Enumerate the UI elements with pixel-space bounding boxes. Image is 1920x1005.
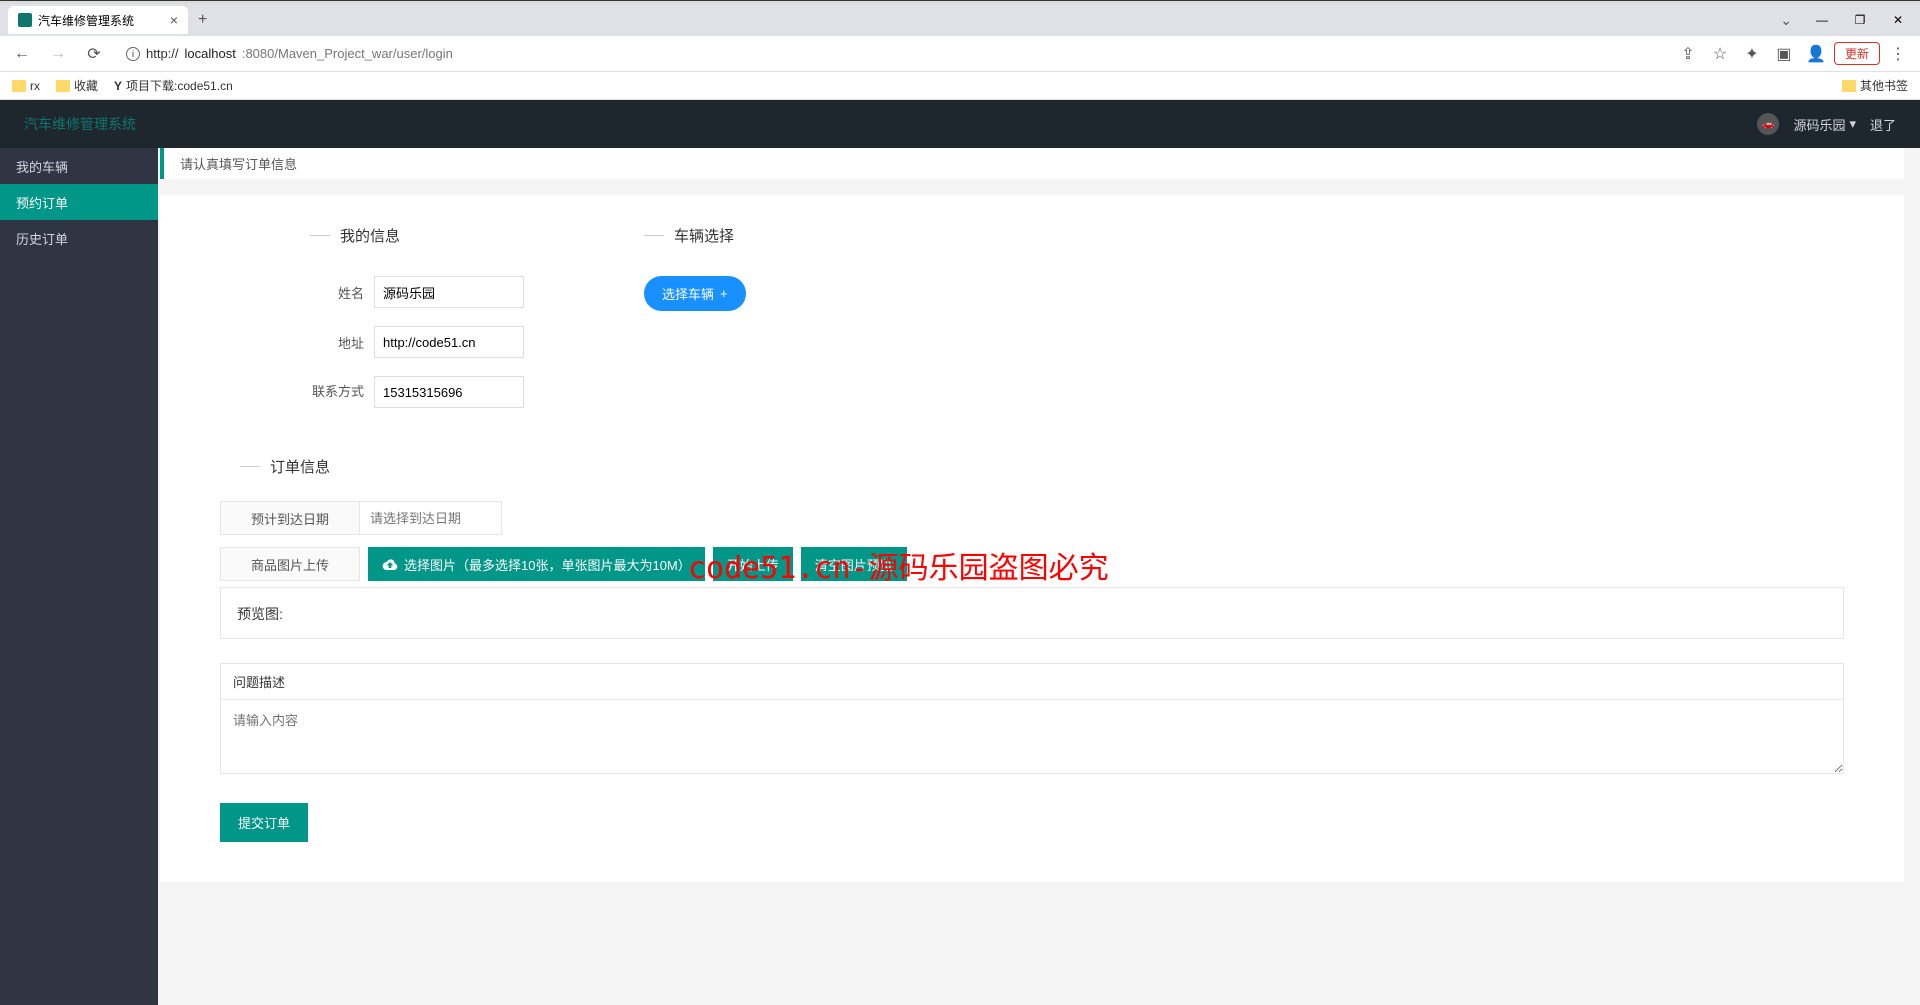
url-path: :8080/Maven_Project_war/user/login — [242, 46, 453, 61]
bookmark-bar: rx 收藏 Y项目下载:code51.cn 其他书签 — [0, 72, 1920, 100]
bookmark-rx[interactable]: rx — [12, 79, 40, 93]
panel-icon[interactable]: ▣ — [1770, 40, 1798, 68]
share-icon[interactable]: ⇪ — [1674, 40, 1702, 68]
app-header: 汽车维修管理系统 🚗 源码乐园▾ 退了 — [0, 100, 1920, 148]
cloud-upload-icon — [382, 558, 398, 570]
avatar[interactable]: 🚗 — [1757, 113, 1779, 135]
contact-input[interactable] — [374, 376, 524, 408]
caret-down-icon: ▾ — [1849, 116, 1856, 132]
maximize-button[interactable]: ❐ — [1842, 6, 1878, 34]
notice-banner: 请认真填写订单信息 — [160, 148, 1904, 179]
date-label: 预计到达日期 — [220, 501, 360, 535]
description-textarea[interactable] — [220, 700, 1844, 774]
user-menu[interactable]: 源码乐园▾ — [1793, 115, 1856, 134]
tab-title: 汽车维修管理系统 — [38, 12, 134, 29]
sidebar-item-reservation[interactable]: 预约订单 — [0, 184, 158, 220]
url-input[interactable]: i http:// localhost :8080/Maven_Project_wa… — [116, 40, 1666, 68]
favicon — [18, 13, 32, 27]
bookmark-project[interactable]: Y项目下载:code51.cn — [114, 77, 233, 94]
profile-icon[interactable]: 👤 — [1802, 40, 1830, 68]
address-bar: ← → ⟳ i http:// localhost :8080/Maven_Proj… — [0, 36, 1920, 72]
reload-button[interactable]: ⟳ — [80, 40, 108, 68]
app-title: 汽车维修管理系统 — [24, 114, 136, 134]
vehicle-section: 车辆选择 选择车辆 + — [644, 225, 746, 426]
menu-icon[interactable]: ⋮ — [1884, 40, 1912, 68]
upload-row: 商品图片上传 选择图片（最多选择10张，单张图片最大为10M） 开始上传 清空图… — [220, 547, 1844, 581]
chevron-down-icon[interactable]: ⌄ — [1780, 12, 1792, 29]
start-upload-button[interactable]: 开始上传 — [713, 547, 793, 581]
url-prefix: http:// — [146, 46, 179, 61]
folder-icon — [1842, 80, 1856, 92]
description-label: 问题描述 — [220, 663, 1844, 700]
bookmark-fav[interactable]: 收藏 — [56, 77, 98, 94]
content-area: 请认真填写订单信息 我的信息 姓名 地址 联系方式 — [158, 148, 1920, 1005]
folder-icon — [12, 80, 26, 92]
new-tab-button[interactable]: + — [188, 11, 217, 29]
name-label: 姓名 — [310, 283, 364, 302]
back-button[interactable]: ← — [8, 40, 36, 68]
site-info-icon[interactable]: i — [126, 47, 140, 61]
contact-label: 联系方式 — [310, 384, 364, 401]
window-controls: ⌄ — ❐ ✕ — [1780, 6, 1920, 34]
plus-icon: + — [720, 286, 728, 301]
name-input[interactable] — [374, 276, 524, 308]
image-upload-label: 商品图片上传 — [220, 547, 360, 581]
close-tab-icon[interactable]: × — [170, 12, 178, 28]
address-input[interactable] — [374, 326, 524, 358]
sidebar-item-history[interactable]: 历史订单 — [0, 220, 158, 256]
url-host: localhost — [185, 46, 236, 61]
close-window-button[interactable]: ✕ — [1880, 6, 1916, 34]
sidebar: 我的车辆 预约订单 历史订单 — [0, 148, 158, 1005]
tab-bar: 汽车维修管理系统 × + ⌄ — ❐ ✕ — [0, 4, 1920, 36]
main-panel: 我的信息 姓名 地址 联系方式 车辆选择 — [160, 195, 1904, 882]
section-title-vehicle: 车辆选择 — [644, 225, 746, 246]
address-label: 地址 — [310, 333, 364, 352]
minimize-button[interactable]: — — [1804, 6, 1840, 34]
browser-tab[interactable]: 汽车维修管理系统 × — [8, 6, 188, 34]
forward-button[interactable]: → — [44, 40, 72, 68]
clear-preview-button[interactable]: 清空图片预览 — [801, 547, 907, 581]
update-button[interactable]: 更新 — [1834, 42, 1880, 65]
sidebar-item-my-vehicle[interactable]: 我的车辆 — [0, 148, 158, 184]
my-info-section: 我的信息 姓名 地址 联系方式 — [310, 225, 524, 426]
select-image-button[interactable]: 选择图片（最多选择10张，单张图片最大为10M） — [368, 547, 705, 581]
submit-button[interactable]: 提交订单 — [220, 803, 308, 842]
section-title-myinfo: 我的信息 — [310, 225, 524, 246]
bookmark-other[interactable]: 其他书签 — [1842, 77, 1908, 94]
preview-box: 预览图: — [220, 587, 1844, 639]
extensions-icon[interactable]: ✦ — [1738, 40, 1766, 68]
date-row: 预计到达日期 — [220, 501, 1844, 535]
logout-button[interactable]: 退了 — [1870, 115, 1896, 134]
section-title-order: 订单信息 — [240, 456, 1844, 477]
date-input[interactable] — [360, 501, 502, 535]
star-icon[interactable]: ☆ — [1706, 40, 1734, 68]
select-vehicle-button[interactable]: 选择车辆 + — [644, 276, 746, 311]
folder-icon — [56, 80, 70, 92]
